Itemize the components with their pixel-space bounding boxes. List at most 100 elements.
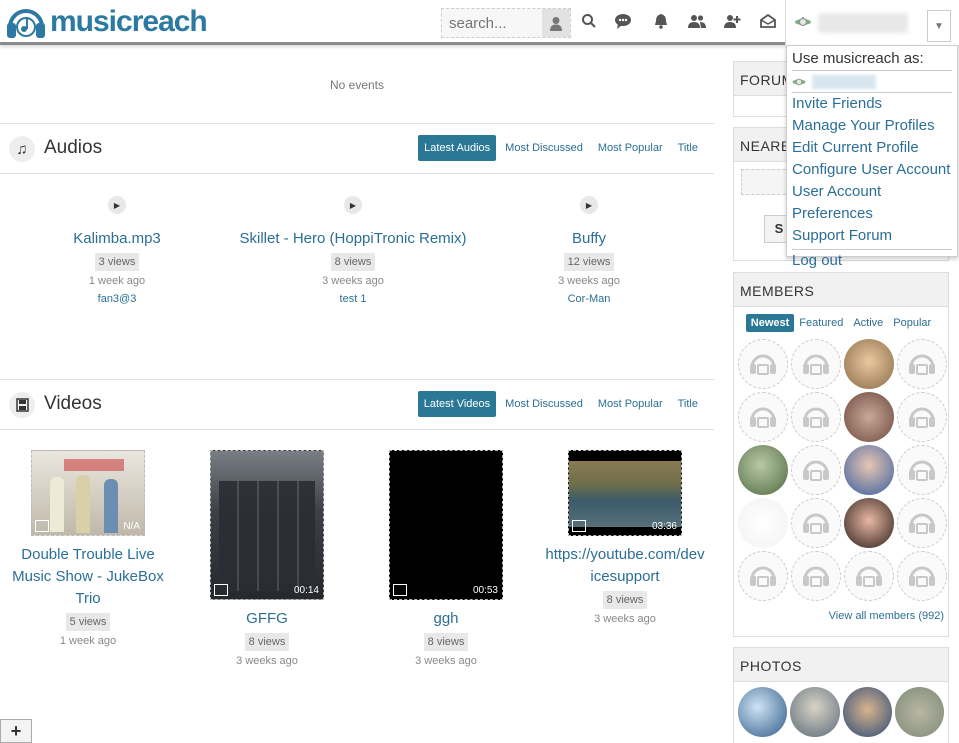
profile-switch-item[interactable] xyxy=(792,71,952,93)
chat-icon[interactable] xyxy=(614,12,632,30)
headphones-logo-icon xyxy=(4,3,48,41)
default-avatar-icon[interactable] xyxy=(791,551,841,601)
bell-icon[interactable] xyxy=(652,12,670,30)
tab-most-popular[interactable]: Most Popular xyxy=(592,135,669,161)
default-avatar-icon[interactable] xyxy=(897,551,947,601)
tab-featured[interactable]: Featured xyxy=(794,314,848,332)
videos-header: Videos Latest Videos Most Discussed Most… xyxy=(0,380,714,430)
tab-title[interactable]: Title xyxy=(672,135,704,161)
default-avatar-icon[interactable] xyxy=(791,392,841,442)
mail-icon[interactable] xyxy=(759,12,777,30)
play-icon[interactable]: ▶ xyxy=(344,196,362,214)
search-icon[interactable] xyxy=(580,12,598,30)
default-avatar-icon[interactable] xyxy=(897,445,947,495)
audio-author[interactable]: fan3@3 xyxy=(17,293,217,305)
manage-profiles-link[interactable]: Manage Your Profiles xyxy=(792,115,952,137)
user-icon xyxy=(550,16,562,31)
video-title[interactable]: https://youtube.com/devicesupport xyxy=(545,544,705,588)
audio-author[interactable]: test 1 xyxy=(233,293,473,305)
default-avatar-icon[interactable] xyxy=(844,551,894,601)
video-thumbnail[interactable]: 03:36 xyxy=(568,450,682,536)
friends-icon[interactable] xyxy=(688,12,706,30)
invite-friends-link[interactable]: Invite Friends xyxy=(792,93,952,115)
tab-most-popular[interactable]: Most Popular xyxy=(592,391,669,417)
video-item: 03:36 https://youtube.com/devicesupport … xyxy=(545,450,705,625)
tab-most-discussed[interactable]: Most Discussed xyxy=(499,135,589,161)
video-duration: N/A xyxy=(123,521,140,532)
tab-newest[interactable]: Newest xyxy=(745,314,795,332)
profile-avatar-icon xyxy=(792,78,806,85)
view-all-members-link[interactable]: View all members (992) xyxy=(829,610,944,622)
user-menu[interactable]: ▼ xyxy=(785,0,959,45)
video-item: N/A Double Trouble Live Music Show - Juk… xyxy=(8,450,168,647)
default-avatar-icon[interactable] xyxy=(897,392,947,442)
tab-active[interactable]: Active xyxy=(848,314,888,332)
video-item: 00:53 ggh 8 views 3 weeks ago xyxy=(366,450,526,667)
member-avatar[interactable] xyxy=(844,498,894,548)
configure-account-link[interactable]: Configure User Account xyxy=(792,159,952,181)
tab-most-discussed[interactable]: Most Discussed xyxy=(499,391,589,417)
default-avatar-icon[interactable] xyxy=(738,551,788,601)
logo-text: musicreach xyxy=(50,5,208,38)
logo[interactable]: musicreach xyxy=(4,3,208,41)
video-thumbnail[interactable]: N/A xyxy=(31,450,145,536)
top-bar: musicreach ▼ xyxy=(0,0,959,45)
member-avatar[interactable] xyxy=(738,445,788,495)
photos-box: PHOTOS xyxy=(733,647,949,743)
add-button[interactable]: + xyxy=(0,719,32,743)
views-badge: 3 views xyxy=(94,253,140,271)
play-icon[interactable]: ▶ xyxy=(580,196,598,214)
default-avatar-icon[interactable] xyxy=(738,392,788,442)
members-title: MEMBERS xyxy=(734,273,948,307)
chevron-down-icon[interactable]: ▼ xyxy=(927,10,951,42)
tab-title[interactable]: Title xyxy=(672,391,704,417)
add-friend-icon[interactable] xyxy=(723,12,741,30)
member-avatar[interactable] xyxy=(738,498,788,548)
photo-thumbnail[interactable] xyxy=(738,687,788,737)
member-avatar[interactable] xyxy=(844,339,894,389)
film-icon xyxy=(35,520,49,532)
photo-thumbnail[interactable] xyxy=(894,687,944,737)
tab-latest-audios[interactable]: Latest Audios xyxy=(418,135,497,161)
views-badge: 12 views xyxy=(563,253,615,271)
audio-title[interactable]: Kalimba.mp3 xyxy=(17,228,217,250)
photo-thumbnail[interactable] xyxy=(790,687,840,737)
edit-profile-link[interactable]: Edit Current Profile xyxy=(792,137,952,159)
profile-name xyxy=(812,74,876,89)
members-grid xyxy=(734,336,948,604)
tab-popular[interactable]: Popular xyxy=(888,314,936,332)
video-title[interactable]: GFFG xyxy=(187,608,347,630)
audio-age: 3 weeks ago xyxy=(322,275,384,287)
default-avatar-icon[interactable] xyxy=(897,339,947,389)
events-panel: No events xyxy=(0,50,714,124)
search-input[interactable] xyxy=(442,9,542,37)
video-title[interactable]: Double Trouble Live Music Show - JukeBox… xyxy=(8,544,168,610)
tab-latest-videos[interactable]: Latest Videos xyxy=(417,391,497,417)
video-title[interactable]: ggh xyxy=(366,608,526,630)
default-avatar-icon[interactable] xyxy=(738,339,788,389)
videos-tabs: Latest Videos Most Discussed Most Popula… xyxy=(415,391,704,417)
film-icon xyxy=(572,520,586,532)
support-forum-link[interactable]: Support Forum xyxy=(792,225,952,247)
views-badge: 8 views xyxy=(330,253,376,271)
film-icon xyxy=(9,392,35,418)
search-box xyxy=(441,8,571,38)
search-user-filter-button[interactable] xyxy=(542,9,570,37)
video-thumbnail[interactable]: 00:14 xyxy=(210,450,324,600)
user-name xyxy=(818,13,908,33)
default-avatar-icon[interactable] xyxy=(791,445,841,495)
audio-item: ▶ Skillet - Hero (HoppiTronic Remix) 8 v… xyxy=(233,196,473,305)
account-preferences-link[interactable]: User Account Preferences xyxy=(792,181,952,225)
photo-thumbnail[interactable] xyxy=(842,687,892,737)
default-avatar-icon[interactable] xyxy=(791,339,841,389)
play-icon[interactable]: ▶ xyxy=(108,196,126,214)
audio-title[interactable]: Skillet - Hero (HoppiTronic Remix) xyxy=(233,228,473,250)
member-avatar[interactable] xyxy=(844,392,894,442)
default-avatar-icon[interactable] xyxy=(897,498,947,548)
default-avatar-icon[interactable] xyxy=(791,498,841,548)
logout-link[interactable]: Log out xyxy=(792,250,952,272)
member-avatar[interactable] xyxy=(844,445,894,495)
video-thumbnail[interactable]: 00:53 xyxy=(389,450,503,600)
audio-title[interactable]: Buffy xyxy=(489,228,689,250)
audio-author[interactable]: Cor-Man xyxy=(489,293,689,305)
